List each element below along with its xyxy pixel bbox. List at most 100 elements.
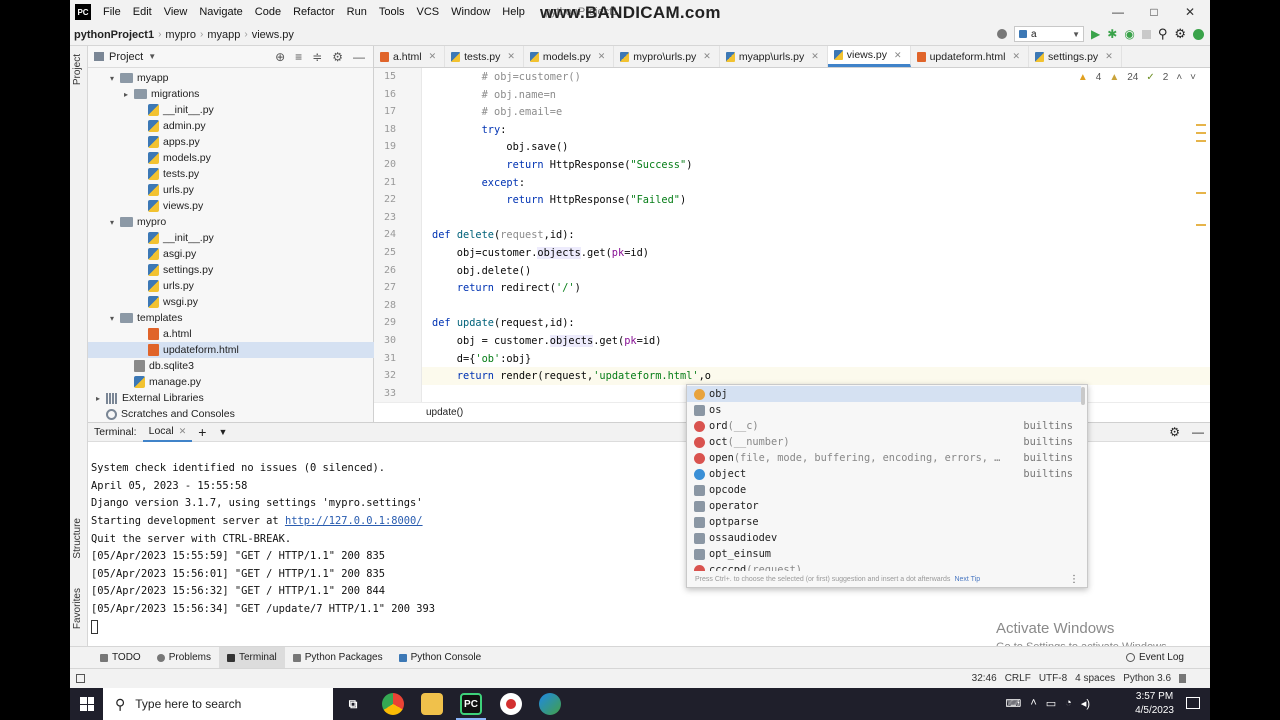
line-separator[interactable]: CRLF [1005,673,1031,684]
close-icon[interactable]: ✕ [179,426,187,437]
editor-tab[interactable]: mypro\urls.py ✕ [614,46,720,67]
python-packages-tab[interactable]: Python Packages [285,647,391,669]
code-editor[interactable]: 15 # obj=customer() 16 # obj.name=n 17 # o… [374,68,1210,402]
file-encoding[interactable]: UTF-8 [1039,673,1067,684]
user-icon[interactable] [997,29,1008,39]
event-log-button[interactable]: Event Log [1125,652,1184,663]
more-icon[interactable]: ⋮ [1069,574,1079,585]
suggestion-item[interactable]: os [687,402,1081,418]
editor-tab[interactable]: views.py ✕ [827,46,911,67]
chevron-up-icon[interactable]: ˄ [1030,697,1036,710]
breadcrumb-function[interactable]: update() [426,407,463,418]
start-button[interactable] [74,688,100,720]
tree-item[interactable]: urls.py [88,278,194,294]
menu-window[interactable]: Window [445,6,496,18]
crumb-myapp[interactable]: myapp [203,29,244,41]
close-tab-icon[interactable]: ✕ [894,50,902,61]
tree-item[interactable]: db.sqlite3 [88,358,194,374]
expand-arrow-icon[interactable]: ▾ [110,314,120,323]
suggestion-item[interactable]: obj [687,386,1081,402]
taskbar-clock[interactable]: 3:57 PM 4/5/2023 [1135,690,1174,718]
tree-item[interactable]: Scratches and Consoles [88,406,235,422]
crumb-file[interactable]: views.py [248,29,298,41]
close-tab-icon[interactable]: ✕ [598,51,606,62]
python-console-tab[interactable]: Python Console [391,647,490,669]
network-icon[interactable]: ◔ [1065,697,1072,710]
tree-item[interactable]: manage.py [88,374,201,390]
collapse-all-icon[interactable]: ≑ [312,50,322,64]
tree-item[interactable]: models.py [88,150,211,166]
task-view-icon[interactable]: ⧉ [342,693,364,715]
autocomplete-popup[interactable]: obj os ord (__c) builtins oct (__number) builti… [686,384,1088,588]
suggestion-item[interactable]: object builtins [687,466,1081,482]
structure-tool-tab[interactable]: Structure [72,518,83,559]
expand-arrow-icon[interactable]: ▾ [110,218,120,227]
project-tool-tab[interactable]: Project [72,54,83,85]
crumb-project[interactable]: pythonProject1 [70,29,158,41]
tree-item[interactable]: asgi.py [88,246,196,262]
minimize-button[interactable]: — [1100,0,1136,24]
server-url-link[interactable]: http://127.0.0.1:8000/ [285,515,423,527]
display-icon[interactable]: ▭ [1046,697,1056,710]
taskbar-search[interactable]: ⚲ Type here to search [103,688,333,720]
tree-item[interactable]: __init__.py [88,102,214,118]
suggestion-item[interactable]: opcode [687,482,1081,498]
tree-item[interactable]: ▾ mypro [88,214,166,230]
chevron-down-icon[interactable]: ▼ [148,52,156,61]
suggestion-item[interactable]: ord (__c) builtins [687,418,1081,434]
notification-icon[interactable] [1186,697,1200,709]
python-interpreter[interactable]: Python 3.6 [1123,673,1171,684]
terminal-tab-local[interactable]: Local ✕ [142,422,193,442]
stop-icon[interactable] [1141,29,1151,39]
bandicam-taskbar-icon[interactable] [500,693,522,715]
tree-item[interactable]: ▸ migrations [88,86,199,102]
menu-view[interactable]: View [158,6,194,18]
file-explorer-icon[interactable] [421,693,443,715]
tree-item[interactable]: admin.py [88,118,206,134]
tree-item[interactable]: urls.py [88,182,194,198]
tree-item[interactable]: a.html [88,326,192,342]
popup-scrollbar[interactable] [1081,387,1085,405]
chevron-up-icon[interactable]: ˄ [1176,72,1182,83]
gear-icon[interactable]: ⚙ [1169,425,1180,439]
editor-tab[interactable]: a.html ✕ [374,46,446,67]
maximize-button[interactable]: □ [1136,0,1172,24]
locate-icon[interactable]: ⊕ [275,50,285,64]
tree-item[interactable]: apps.py [88,134,200,150]
tree-item[interactable]: wsgi.py [88,294,198,310]
close-tab-icon[interactable]: ✕ [811,51,819,62]
tree-item[interactable]: ▾ myapp [88,70,169,86]
editor-tab[interactable]: tests.py ✕ [445,46,524,67]
editor-tab[interactable]: settings.py ✕ [1029,46,1122,67]
tree-item[interactable]: tests.py [88,166,199,182]
suggestion-item[interactable]: oct (__number) builtins [687,434,1081,450]
expand-arrow-icon[interactable]: ▾ [110,74,120,83]
next-tip-link[interactable]: Next Tip [954,576,980,583]
crumb-mypro[interactable]: mypro [161,29,200,41]
gear-icon[interactable]: ⚙ [1174,26,1186,42]
chrome-icon[interactable] [382,693,404,715]
search-icon[interactable]: ⚲ [1158,26,1168,42]
gear-icon[interactable]: ⚙ [332,50,343,64]
menu-navigate[interactable]: Navigate [193,6,248,18]
close-tab-icon[interactable]: ✕ [429,51,437,62]
expand-arrow-icon[interactable]: ▸ [96,394,106,403]
indent-setting[interactable]: 4 spaces [1075,673,1115,684]
volume-icon[interactable]: ◂) [1081,697,1090,710]
new-terminal-button[interactable]: + [192,422,212,442]
suggestion-item[interactable]: optparse [687,514,1081,530]
project-panel-title[interactable]: Project [109,51,143,63]
menu-vcs[interactable]: VCS [411,6,446,18]
inspection-widget[interactable]: ▲ 4 ▲ 24 ✓ 2 ˄ ˅ [1078,72,1196,83]
edge-icon[interactable] [539,693,561,715]
editor-tab[interactable]: updateform.html ✕ [911,46,1029,67]
lock-icon[interactable] [1179,674,1186,683]
tree-item[interactable]: ▾ templates [88,310,183,326]
problems-tab[interactable]: Problems [149,647,219,669]
menu-help[interactable]: Help [496,6,531,18]
suggestion-item[interactable]: ossaudiodev [687,530,1081,546]
chevron-down-icon[interactable]: ˅ [1190,72,1196,83]
hide-icon[interactable]: — [1192,425,1204,439]
menu-code[interactable]: Code [249,6,287,18]
menu-file[interactable]: File [97,6,127,18]
